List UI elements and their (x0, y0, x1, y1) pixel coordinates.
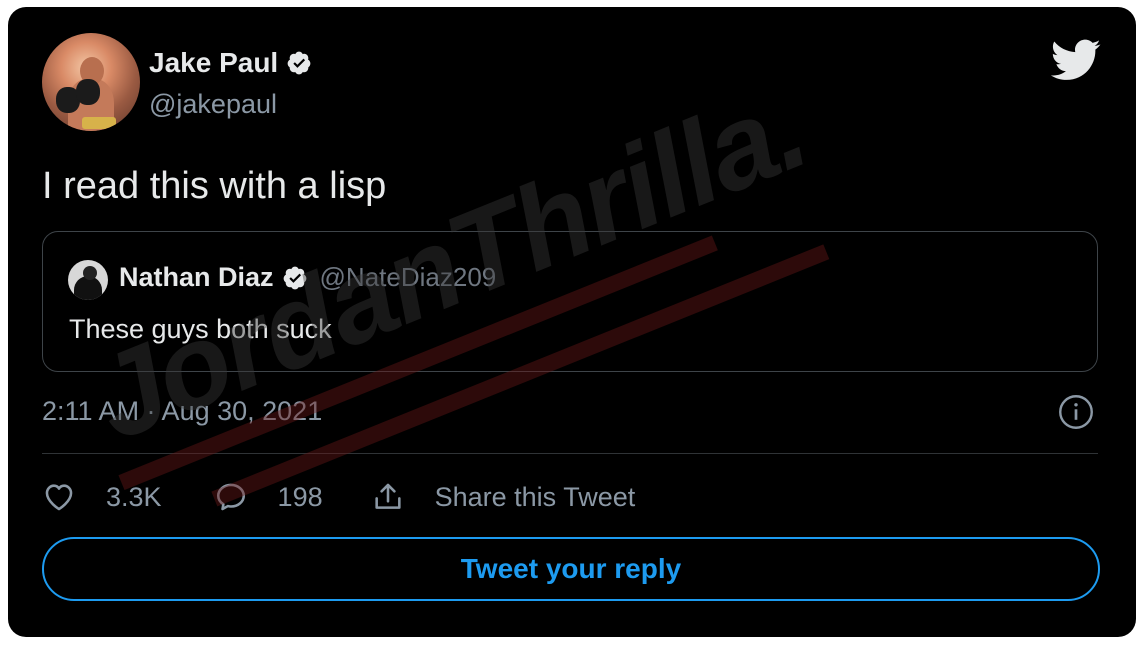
reply-count: 198 (277, 481, 323, 512)
quoted-tweet-header: Nathan Diaz @NateDiaz209 (119, 262, 496, 293)
quoted-tweet-text: These guys both suck (69, 314, 332, 344)
action-bar: 3.3K 198 Share this Tweet (42, 477, 635, 517)
comment-icon (216, 483, 245, 511)
like-count: 3.3K (106, 481, 162, 512)
reply-count-button[interactable]: 198 (214, 480, 323, 514)
share-icon (375, 483, 401, 509)
author-name[interactable]: Jake Paul (149, 47, 312, 79)
author-avatar[interactable] (42, 33, 140, 131)
tweet-timestamp[interactable]: 2:11 AM · Aug 30, 2021 (42, 396, 322, 427)
author-name-text[interactable]: Jake Paul (149, 47, 278, 79)
twitter-bird-icon[interactable] (1050, 39, 1102, 81)
verified-badge-icon (283, 266, 306, 289)
tweet-your-reply-button[interactable]: Tweet your reply (42, 537, 1100, 601)
quote-avatar-head (83, 266, 97, 280)
tweet-text: I read this with a lisp (42, 165, 387, 207)
info-icon[interactable] (1058, 394, 1094, 430)
quoted-author-handle[interactable]: @NateDiaz209 (320, 262, 497, 293)
share-button[interactable]: Share this Tweet (371, 480, 636, 514)
tweet-card: Jake Paul @jakepaul I read this with a l… (8, 7, 1136, 637)
heart-icon (45, 484, 73, 511)
author-handle[interactable]: @jakepaul (149, 89, 277, 120)
like-button[interactable]: 3.3K (42, 480, 162, 514)
verified-badge-icon (287, 51, 311, 75)
divider (42, 453, 1098, 454)
quoted-author-avatar[interactable] (68, 260, 108, 300)
avatar-belt (82, 117, 116, 129)
quoted-author-name[interactable]: Nathan Diaz (119, 262, 274, 293)
share-label: Share this Tweet (434, 481, 636, 512)
quoted-tweet[interactable]: Nathan Diaz @NateDiaz209 These guys both… (42, 231, 1098, 372)
avatar-glove-right (76, 79, 100, 105)
